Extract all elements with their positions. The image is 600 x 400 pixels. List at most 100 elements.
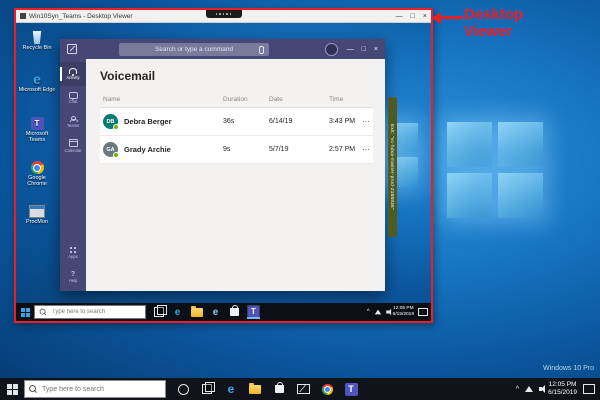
desktop-viewer-window[interactable]: Win10Syn_Teams - Desktop Viewer — □ × Re…	[14, 8, 433, 323]
voicemail-time: 3:43 PM	[329, 118, 358, 125]
taskbar-file-explorer-button[interactable]	[190, 305, 203, 319]
viewer-minimize-button[interactable]: —	[396, 13, 403, 20]
task-view-button[interactable]	[199, 381, 215, 397]
new-chat-icon[interactable]	[67, 44, 77, 54]
more-options-icon[interactable]: ⋯	[358, 145, 370, 154]
desktop-icon-procmon[interactable]: ProcMon	[18, 203, 56, 225]
windows-edition-watermark: Windows 10 Pro	[543, 365, 594, 372]
teams-titlebar[interactable]: — □ ×	[60, 39, 385, 59]
viewer-close-button[interactable]: ×	[423, 13, 427, 20]
recycle-bin-icon	[32, 31, 42, 44]
cortana-button[interactable]	[175, 381, 191, 397]
col-duration: Duration	[223, 96, 269, 103]
action-center-icon[interactable]	[418, 308, 428, 316]
folder-icon	[191, 308, 203, 317]
task-view-button[interactable]	[152, 305, 165, 319]
desktop-icon-google-chrome[interactable]: Google Chrome	[18, 159, 56, 187]
desktop-icon-microsoft-edge[interactable]: e Microsoft Edge	[18, 71, 56, 93]
viewer-maximize-button[interactable]: □	[411, 13, 415, 20]
teams-search-input[interactable]	[119, 45, 269, 54]
taskbar-ie-button[interactable]: e	[209, 305, 222, 319]
windows-logo-wallpaper	[447, 122, 543, 218]
table-header-row: Name Duration Date Time	[100, 96, 373, 108]
teams-icon: T	[248, 306, 259, 317]
viewer-toolbar-grip[interactable]	[206, 10, 242, 18]
remote-search-box[interactable]	[34, 305, 146, 319]
cortana-icon	[178, 384, 189, 395]
procmon-icon	[29, 205, 45, 218]
taskbar-edge-button[interactable]: e	[171, 305, 184, 319]
desktop-icon-recycle-bin[interactable]: Recycle Bin	[18, 29, 56, 51]
tray-chevron-icon[interactable]: ^	[367, 309, 370, 315]
table-row[interactable]: GA Grady Archie 9s 5/7/19 2:57 PM ⋯	[100, 136, 373, 164]
taskbar-store-button[interactable]	[271, 381, 287, 397]
annotation-label: Desktop Viewer	[464, 6, 523, 40]
host-start-button[interactable]	[0, 378, 24, 400]
chat-icon	[69, 92, 78, 99]
user-avatar[interactable]	[325, 43, 338, 56]
voicemail-caller-name: Debra Berger	[124, 117, 172, 126]
remote-taskbar: e e T ^ 12:05 PM 6/15/2019	[16, 303, 431, 321]
microphone-icon[interactable]	[259, 46, 264, 54]
action-center-icon[interactable]	[583, 384, 595, 394]
avatar: DB	[103, 114, 118, 129]
viewer-titlebar[interactable]: Win10Syn_Teams - Desktop Viewer — □ ×	[16, 10, 431, 23]
avatar: GA	[103, 142, 118, 157]
annotation-arrow	[441, 16, 463, 19]
teams-window[interactable]: — □ × Activity Chat	[60, 39, 385, 291]
voicemail-duration: 36s	[223, 118, 269, 125]
task-view-icon	[202, 384, 212, 394]
teams-left-rail: Activity Chat Teams Calendar	[60, 59, 86, 291]
taskbar-teams-button[interactable]: T	[343, 381, 359, 397]
teams-close-button[interactable]: ×	[374, 46, 378, 53]
remote-search-input[interactable]	[50, 308, 141, 316]
session-exit-badge[interactable]: Exit: "vc-hdxa-master-prod-2168936"	[388, 97, 397, 237]
help-icon: ?	[71, 271, 75, 278]
taskbar-teams-button-active[interactable]: T	[247, 305, 260, 319]
desktop-icon-microsoft-teams[interactable]: T Microsoft Teams	[18, 115, 56, 143]
volume-icon[interactable]	[386, 310, 388, 313]
viewer-window-title: Win10Syn_Teams - Desktop Viewer	[29, 13, 133, 20]
edge-icon: e	[228, 382, 235, 396]
taskbar-store-button[interactable]	[228, 305, 241, 319]
taskbar-file-explorer-button[interactable]	[247, 381, 263, 397]
folder-icon	[249, 385, 261, 394]
remote-start-button[interactable]	[16, 303, 34, 321]
teams-maximize-button[interactable]: □	[362, 46, 366, 53]
windows-start-icon	[21, 308, 30, 317]
volume-icon[interactable]	[539, 387, 542, 391]
taskbar-chrome-button[interactable]	[319, 381, 335, 397]
mail-icon	[297, 384, 310, 394]
voicemail-caller-name: Grady Archie	[124, 145, 171, 154]
remote-system-tray: ^ 12:05 PM 6/15/2019	[367, 306, 431, 318]
more-options-icon[interactable]: ⋯	[358, 117, 370, 126]
teams-minimize-button[interactable]: —	[347, 46, 354, 53]
host-search-input[interactable]	[40, 385, 161, 394]
internet-explorer-icon: e	[213, 307, 219, 318]
taskbar-mail-button[interactable]	[295, 381, 311, 397]
host-search-box[interactable]	[24, 380, 166, 398]
tray-chevron-icon[interactable]: ^	[516, 386, 519, 393]
voicemail-table: Name Duration Date Time DB De	[100, 96, 373, 164]
teams-main-panel: Voicemail Name Duration Date Time	[86, 59, 385, 291]
store-icon	[230, 308, 239, 316]
teams-search-box[interactable]	[119, 43, 269, 56]
teams-icon: T	[31, 117, 44, 130]
rail-item-calendar[interactable]: Calendar	[60, 134, 86, 158]
rail-item-teams[interactable]: Teams	[60, 110, 86, 134]
remote-clock[interactable]: 12:05 PM 6/15/2019	[393, 306, 414, 318]
host-system-tray: ^ 12:05 PM 6/15/2019	[516, 381, 600, 397]
voicemail-time: 2:57 PM	[329, 146, 358, 153]
taskbar-edge-button[interactable]: e	[223, 381, 239, 397]
network-icon[interactable]	[374, 310, 380, 315]
rail-item-apps[interactable]: Apps	[60, 241, 86, 265]
network-icon[interactable]	[525, 386, 533, 392]
rail-item-chat[interactable]: Chat	[60, 86, 86, 110]
host-clock[interactable]: 12:05 PM 6/15/2019	[548, 381, 577, 397]
rail-item-activity[interactable]: Activity	[60, 62, 86, 86]
rail-item-help[interactable]: ? Help	[60, 265, 86, 289]
voicemail-date: 5/7/19	[269, 146, 329, 153]
teams-icon: T	[345, 383, 358, 396]
citrix-app-icon	[20, 13, 26, 19]
table-row[interactable]: DB Debra Berger 36s 6/14/19 3:43 PM ⋯	[100, 108, 373, 136]
